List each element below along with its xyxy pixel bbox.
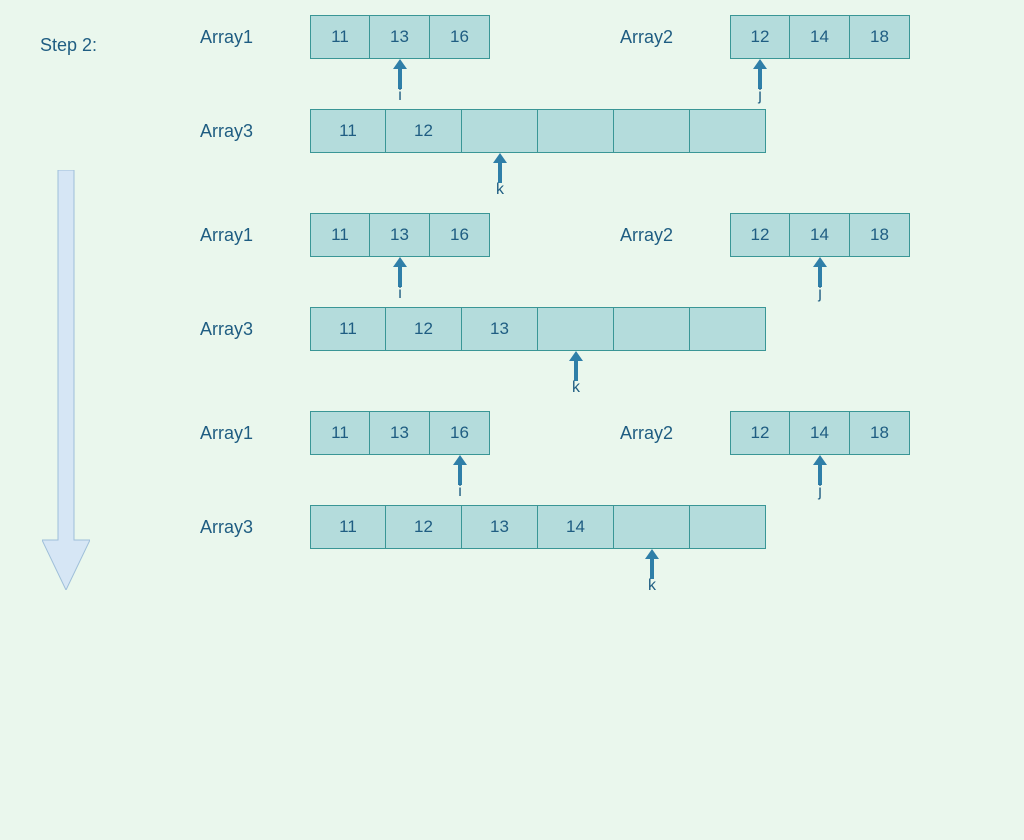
array-cell: 13: [370, 411, 430, 455]
array1-label: Array1: [200, 15, 310, 48]
array-cell: 11: [310, 15, 370, 59]
array-cell: 11: [310, 505, 386, 549]
array-cell: 12: [730, 411, 790, 455]
array-cell: [462, 109, 538, 153]
array3-boxes: 11 12 k: [310, 109, 766, 153]
array2-boxes: 12 14 18 j: [730, 411, 910, 455]
array-cell: [614, 307, 690, 351]
flow-arrow-icon: [42, 170, 90, 590]
array-cell: 14: [790, 411, 850, 455]
array-cell: 12: [386, 109, 462, 153]
pointer-j: j: [790, 257, 850, 303]
array2-label: Array2: [620, 213, 730, 257]
array-cell: 12: [730, 213, 790, 257]
iteration-3: Array1 11 13 16 i Array2 12 14 18: [200, 411, 1000, 549]
pointer-i: i: [370, 59, 430, 105]
iteration-2: Array1 11 13 16 i Array2 12 14 18: [200, 213, 1000, 351]
array2-label: Array2: [620, 411, 730, 455]
array-cell: 16: [430, 213, 490, 257]
pointer-k-label: k: [496, 181, 504, 199]
iteration-1: Array1 11 13 16 i Array2 12 14 18: [200, 15, 1000, 153]
pointer-j-label: j: [818, 483, 822, 501]
array-cell: 18: [850, 213, 910, 257]
array1-boxes: 11 13 16 i: [310, 411, 490, 455]
array3-label: Array3: [200, 109, 310, 142]
step-label: Step 2:: [40, 35, 97, 56]
array3-boxes: 11 12 13 k: [310, 307, 766, 351]
array-cell: 14: [790, 15, 850, 59]
array-cell: [690, 109, 766, 153]
pointer-k: k: [614, 549, 690, 595]
array1-boxes: 11 13 16 i: [310, 15, 490, 59]
array-cell: 16: [430, 15, 490, 59]
array-cell: [538, 307, 614, 351]
pointer-i-label: i: [458, 483, 462, 501]
array2-boxes: 12 14 18 j: [730, 15, 910, 59]
array-cell: [690, 307, 766, 351]
array-cell: [614, 505, 690, 549]
array3-boxes: 11 12 13 14 k: [310, 505, 766, 549]
array-cell: 14: [538, 505, 614, 549]
pointer-j-label: j: [758, 87, 762, 105]
pointer-i-label: i: [398, 87, 402, 105]
array-cell: 13: [462, 505, 538, 549]
pointer-k: k: [538, 351, 614, 397]
array-cell: [690, 505, 766, 549]
array-cell: 13: [462, 307, 538, 351]
pointer-i: i: [370, 257, 430, 303]
array-cell: 16: [430, 411, 490, 455]
diagram-content: Array1 11 13 16 i Array2 12 14 18: [200, 15, 1000, 577]
pointer-j-label: j: [818, 285, 822, 303]
array1-label: Array1: [200, 213, 310, 246]
pointer-j: j: [730, 59, 790, 105]
pointer-j: j: [790, 455, 850, 501]
pointer-k-label: k: [648, 577, 656, 595]
array2-label: Array2: [620, 15, 730, 59]
array-cell: 11: [310, 213, 370, 257]
array-cell: 13: [370, 15, 430, 59]
array1-boxes: 11 13 16 i: [310, 213, 490, 257]
array-cell: 12: [386, 307, 462, 351]
array-cell: [614, 109, 690, 153]
pointer-k-label: k: [572, 379, 580, 397]
array3-label: Array3: [200, 307, 310, 340]
array-cell: 13: [370, 213, 430, 257]
array-cell: 11: [310, 411, 370, 455]
array1-label: Array1: [200, 411, 310, 444]
array-cell: 11: [310, 307, 386, 351]
array-cell: 14: [790, 213, 850, 257]
array-cell: 18: [850, 15, 910, 59]
array-cell: 18: [850, 411, 910, 455]
array3-label: Array3: [200, 505, 310, 538]
array-cell: 12: [386, 505, 462, 549]
pointer-k: k: [462, 153, 538, 199]
array2-boxes: 12 14 18 j: [730, 213, 910, 257]
array-cell: 12: [730, 15, 790, 59]
array-cell: 11: [310, 109, 386, 153]
array-cell: [538, 109, 614, 153]
pointer-i-label: i: [398, 285, 402, 303]
pointer-i: i: [430, 455, 490, 501]
